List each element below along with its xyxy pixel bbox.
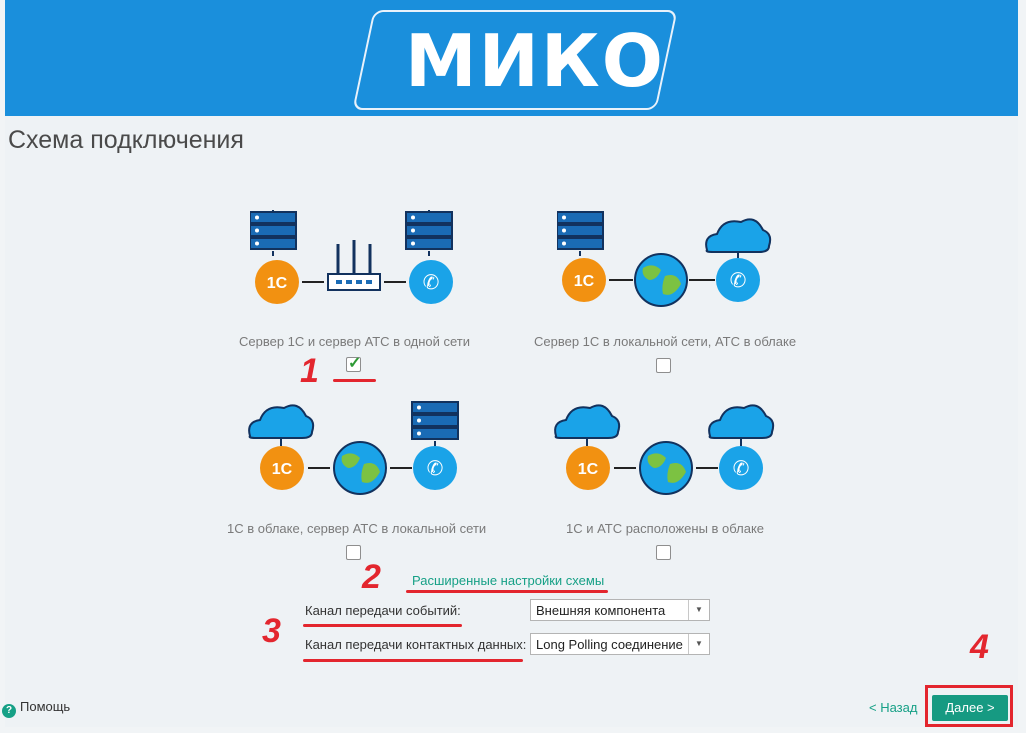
events-channel-label: Канал передачи событий: (305, 603, 461, 618)
phone-icon: ✆ (716, 258, 760, 302)
server-icon (557, 211, 604, 256)
back-link[interactable]: < Назад (869, 700, 917, 715)
cloud-icon (554, 404, 621, 446)
scheme-diagram: 1С ✆ (248, 401, 459, 495)
help-label: Помощь (20, 699, 71, 714)
svg-text:1С: 1С (267, 275, 288, 292)
next-button[interactable]: Далее > (932, 695, 1008, 721)
scheme-all-cloud: 1С ✆ (552, 396, 852, 516)
phone-icon: ✆ (719, 446, 763, 490)
annotation-number: 3 (262, 612, 281, 650)
scheme-caption: 1С и АТС расположены в облаке (566, 521, 765, 536)
annotation-underline (303, 624, 462, 627)
contacts-channel-select[interactable]: Long Polling соединение ▼ (530, 633, 710, 655)
help-link[interactable]: ? Помощь (2, 699, 70, 718)
scheme-checkbox-pbx-cloud[interactable] (656, 358, 671, 373)
annotation-number: 2 (362, 558, 381, 596)
scheme-local-network: 1С ✆ (250, 208, 550, 328)
scheme-diagram: 1С ✆ (554, 404, 775, 495)
globe-icon (634, 253, 688, 307)
router-icon (327, 240, 381, 291)
select-value: Внешняя компонента (536, 603, 666, 618)
server-icon (405, 210, 453, 256)
onec-icon: 1С (562, 258, 606, 302)
scheme-caption: Сервер 1С в локальной сети, АТС в облаке (534, 334, 797, 349)
onec-icon: 1С (260, 446, 304, 490)
chevron-down-icon: ▼ (688, 600, 709, 620)
svg-text:1С: 1С (578, 461, 599, 478)
globe-icon (639, 441, 693, 495)
annotation-underline (333, 379, 376, 382)
cloud-icon (705, 218, 772, 258)
scheme-1c-cloud: 1С ✆ (246, 396, 546, 516)
question-icon: ? (2, 704, 16, 718)
chevron-down-icon: ▼ (688, 634, 709, 654)
annotation-number: 1 (300, 352, 319, 390)
cloud-icon (708, 404, 775, 446)
contacts-channel-label: Канал передачи контактных данных: (305, 637, 527, 652)
scheme-local-pbx-cloud: 1С ✆ (557, 206, 857, 326)
svg-text:✆: ✆ (423, 270, 440, 294)
scheme-checkbox-local[interactable]: ✓ (346, 355, 361, 372)
annotation-number: 4 (970, 628, 989, 666)
phone-icon: ✆ (409, 260, 453, 304)
header-banner: МИКО (5, 0, 1018, 116)
svg-text:✆: ✆ (427, 456, 444, 480)
annotation-underline (303, 659, 523, 662)
advanced-settings-link[interactable]: Расширенные настройки схемы (412, 573, 604, 588)
scheme-checkbox-all-cloud[interactable] (656, 545, 671, 560)
scheme-checkbox-1c-cloud[interactable] (346, 545, 361, 560)
scheme-diagram: 1С ✆ (557, 211, 772, 307)
phone-icon: ✆ (413, 446, 457, 490)
globe-icon (333, 441, 387, 495)
server-icon (411, 401, 459, 446)
onec-icon: 1С (566, 446, 610, 490)
events-channel-select[interactable]: Внешняя компонента ▼ (530, 599, 710, 621)
page-title: Схема подключения (8, 126, 244, 154)
annotation-underline (406, 590, 608, 593)
checkmark-icon: ✓ (348, 355, 362, 372)
cloud-icon (248, 404, 315, 446)
select-value: Long Polling соединение (536, 637, 683, 652)
server-icon (250, 210, 297, 256)
svg-text:1С: 1С (272, 461, 293, 478)
svg-text:1С: 1С (574, 273, 595, 290)
scheme-caption: Сервер 1С и сервер АТС в одной сети (239, 334, 471, 349)
onec-icon: 1С (255, 260, 299, 304)
svg-text:✆: ✆ (730, 268, 747, 292)
wizard-frame: МИКО (5, 0, 1018, 727)
miko-logo: МИКО (405, 19, 665, 103)
svg-text:✆: ✆ (733, 456, 750, 480)
scheme-caption: 1С в облаке, сервер АТС в локальной сети (227, 521, 487, 536)
scheme-diagram: 1С ✆ (250, 210, 453, 304)
